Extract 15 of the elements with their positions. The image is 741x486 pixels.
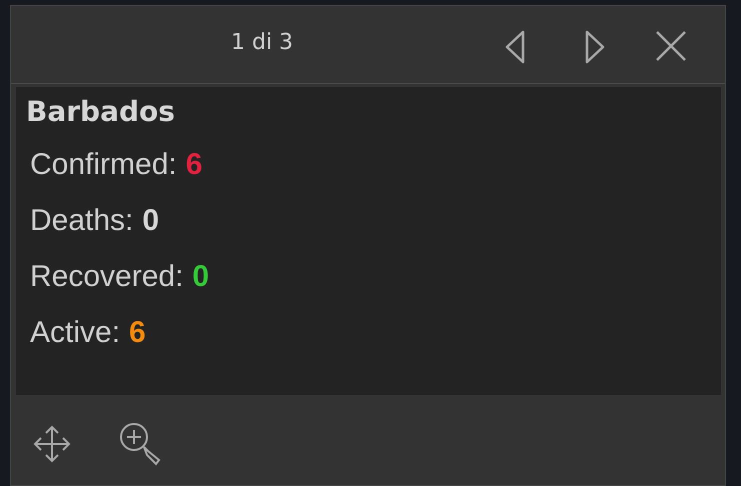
stat-value: 6 (129, 316, 146, 350)
stat-label: Confirmed: (30, 148, 177, 182)
close-icon[interactable] (655, 30, 687, 62)
move-icon[interactable] (33, 425, 71, 463)
zoom-in-icon[interactable] (119, 422, 163, 466)
stat-label: Recovered: (30, 260, 184, 294)
feature-title: Barbados (26, 95, 176, 128)
stat-value: 6 (186, 148, 202, 182)
stat-value: 0 (142, 204, 160, 238)
next-icon[interactable] (585, 30, 605, 64)
stat-value: 0 (192, 260, 210, 294)
stat-label: Active: (30, 316, 120, 350)
stat-label: Deaths: (30, 204, 134, 238)
page-counter: 1 di 3 (231, 30, 294, 55)
previous-icon[interactable] (505, 30, 525, 64)
